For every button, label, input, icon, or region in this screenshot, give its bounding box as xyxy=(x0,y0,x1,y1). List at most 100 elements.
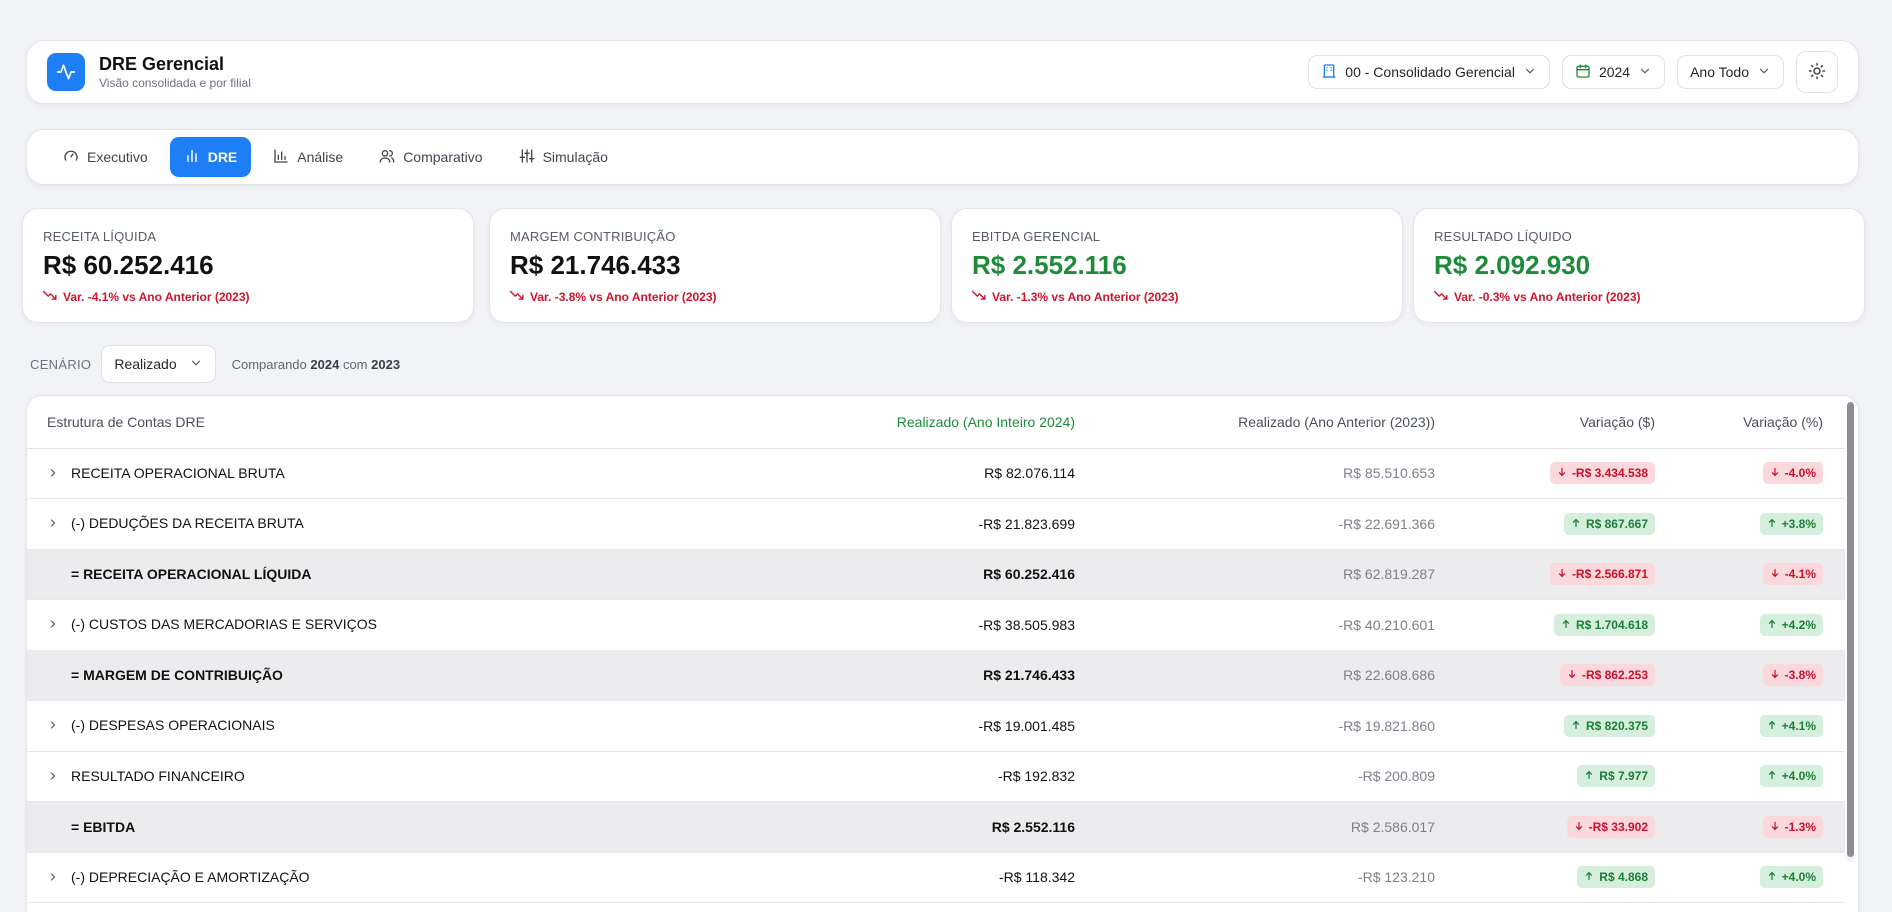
account-cell: RESULTADO FINANCEIRO xyxy=(27,751,537,802)
chevron-right-icon[interactable] xyxy=(47,516,71,532)
kpi-card-ebitda-gerencial: EBITDA GERENCIAL R$ 2.552.116 Var. -1.3%… xyxy=(951,208,1403,323)
tab-analise[interactable]: Análise xyxy=(259,137,357,177)
bar-chart-icon xyxy=(184,148,200,167)
tab-label: Análise xyxy=(297,149,344,165)
variation-abs-cell: R$ 7.977 xyxy=(1457,751,1677,802)
account-cell: = MARGEM DE CONTRIBUIÇÃO xyxy=(27,650,537,701)
arrow-up-icon xyxy=(1767,618,1777,632)
variation-pct-value: +4.1% xyxy=(1781,718,1816,733)
calendar-icon xyxy=(1575,63,1591,82)
chevron-right-icon[interactable] xyxy=(47,769,71,785)
variation-pct-value: -3.8% xyxy=(1784,668,1816,683)
arrow-up-icon xyxy=(1767,870,1777,884)
current-value-cell: R$ 82.076.114 xyxy=(537,448,1097,499)
variation-abs-badge: R$ 820.375 xyxy=(1563,714,1655,737)
scrollbar-thumb[interactable] xyxy=(1847,402,1854,857)
activity-icon xyxy=(47,53,85,91)
variation-abs-badge: R$ 7.977 xyxy=(1577,765,1655,788)
table-header-row: Estrutura de Contas DRE Realizado (Ano I… xyxy=(27,396,1845,449)
col-header-estrutura: Estrutura de Contas DRE xyxy=(27,396,537,449)
variation-abs-value: -R$ 3.434.538 xyxy=(1571,466,1648,481)
variation-pct-cell: +4.2% xyxy=(1677,599,1845,651)
tab-label: Simulação xyxy=(542,149,608,165)
account-name: (-) DEDUÇÕES DA RECEITA BRUTA xyxy=(71,515,304,532)
variation-abs-badge: R$ 1.704.618 xyxy=(1553,613,1655,636)
variation-pct-cell: -3.8% xyxy=(1677,650,1845,701)
tab-label: Executivo xyxy=(87,149,148,165)
previous-value-cell: R$ 85.510.653 xyxy=(1097,448,1457,499)
variation-pct-cell: +4.1% xyxy=(1677,700,1845,752)
variation-pct-badge: +4.2% xyxy=(1759,613,1823,636)
tab-simulacao[interactable]: Simulação xyxy=(505,137,622,177)
kpi-label: MARGEM CONTRIBUIÇÃO xyxy=(510,229,676,244)
chevron-right-icon[interactable] xyxy=(47,718,71,734)
chevron-right-icon[interactable] xyxy=(47,870,71,886)
app-header: DRE Gerencial Visão consolidada e por fi… xyxy=(26,40,1859,104)
current-value-cell: R$ 60.252.416 xyxy=(537,549,1097,600)
table-row[interactable]: RECEITA OPERACIONAL BRUTA R$ 82.076.114 R$… xyxy=(27,448,1845,499)
previous-value-cell: -R$ 123.210 xyxy=(1097,852,1457,903)
year-select[interactable]: 2024 xyxy=(1561,55,1666,89)
table-row[interactable]: (-) DESPESAS OPERACIONAIS -R$ 19.001.485-… xyxy=(27,700,1845,752)
kpi-card-resultado-liquido: RESULTADO LÍQUIDO R$ 2.092.930 Var. -0.3… xyxy=(1413,208,1865,323)
current-value-cell: R$ 2.552.116 xyxy=(537,801,1097,853)
compare-prefix: Comparando xyxy=(231,356,307,372)
variation-abs-badge: -R$ 3.434.538 xyxy=(1549,462,1655,485)
variation-pct-badge: -4.1% xyxy=(1762,563,1823,586)
previous-value-cell: -R$ 200.809 xyxy=(1097,751,1457,802)
variation-pct-value: +4.2% xyxy=(1781,617,1816,632)
table-row[interactable]: (-) DEPRECIAÇÃO E AMORTIZAÇÃO -R$ 118.342… xyxy=(27,852,1845,903)
table-row[interactable]: (-) CUSTOS DAS MERCADORIAS E SERVIÇOS -R$… xyxy=(27,599,1845,651)
variation-abs-cell: -R$ 862.253 xyxy=(1457,650,1677,701)
chevron-down-icon xyxy=(1523,64,1537,81)
chevron-right-icon[interactable] xyxy=(47,617,71,633)
account-cell: RECEITA OPERACIONAL BRUTA xyxy=(27,448,537,499)
variation-abs-value: R$ 7.977 xyxy=(1599,769,1648,784)
table-row[interactable]: RESULTADO FINANCEIRO -R$ 192.832 -R$ 200.8… xyxy=(27,751,1845,802)
tab-executivo[interactable]: Executivo xyxy=(49,137,162,177)
trend-down-icon xyxy=(509,289,524,304)
chevron-down-icon xyxy=(1757,64,1771,81)
tab-bar: Executivo DRE Análise Comparativo Simula… xyxy=(26,129,1859,185)
account-name: = EBITDA xyxy=(71,818,136,835)
chevron-right-icon[interactable] xyxy=(47,466,71,482)
dre-table: Estrutura de Contas DRE Realizado (Ano I… xyxy=(27,396,1845,903)
app-subtitle: Visão consolidada e por filial xyxy=(99,76,251,90)
variation-abs-cell: R$ 820.375 xyxy=(1457,700,1677,752)
variation-abs-value: R$ 4.868 xyxy=(1599,870,1648,885)
tab-dre[interactable]: DRE xyxy=(169,137,252,177)
previous-value-cell: R$ 62.819.287 xyxy=(1097,549,1457,600)
table-row[interactable]: (-) DEDUÇÕES DA RECEITA BRUTA -R$ 21.823.… xyxy=(27,498,1845,550)
variation-pct-value: -4.0% xyxy=(1784,466,1816,481)
tab-comparativo[interactable]: Comparativo xyxy=(365,137,496,177)
account-name: RESULTADO FINANCEIRO xyxy=(71,767,245,784)
previous-value-cell: R$ 2.586.017 xyxy=(1097,801,1457,853)
kpi-value: R$ 21.746.433 xyxy=(510,250,681,280)
table-row: = EBITDA R$ 2.552.116 R$ 2.586.017 -R$ 33.9… xyxy=(27,801,1845,853)
variation-abs-value: R$ 867.667 xyxy=(1585,516,1648,531)
account-cell: (-) DEPRECIAÇÃO E AMORTIZAÇÃO xyxy=(27,852,537,903)
variation-pct-cell: +4.0% xyxy=(1677,751,1845,802)
account-cell: = EBITDA xyxy=(27,801,537,853)
col-header-variacao-abs: Variação ($) xyxy=(1457,396,1677,449)
table-row: = MARGEM DE CONTRIBUIÇÃO R$ 21.746.433 R$ … xyxy=(27,650,1845,701)
account-name: = RECEITA OPERACIONAL LÍQUIDA xyxy=(71,566,312,583)
current-value-cell: -R$ 38.505.983 xyxy=(537,599,1097,651)
scenario-select[interactable]: Realizado xyxy=(101,345,216,383)
theme-toggle-button[interactable] xyxy=(1796,51,1838,93)
sliders-icon xyxy=(519,148,535,167)
kpi-value: R$ 2.092.930 xyxy=(1434,250,1591,280)
kpi-card-margem-contribuicao: MARGEM CONTRIBUIÇÃO R$ 21.746.433 Var. -… xyxy=(489,208,941,323)
variation-pct-cell: -4.0% xyxy=(1677,448,1845,499)
variation-pct-cell: -4.1% xyxy=(1677,549,1845,600)
trend-down-icon xyxy=(1433,289,1448,304)
chevron-down-icon xyxy=(189,356,203,373)
period-select[interactable]: Ano Todo xyxy=(1677,55,1784,89)
kpi-label: EBITDA GERENCIAL xyxy=(972,229,1101,244)
filial-select[interactable]: 00 - Consolidado Gerencial xyxy=(1308,55,1550,89)
arrow-down-icon xyxy=(1574,820,1584,834)
app-title: DRE Gerencial xyxy=(99,54,225,74)
variation-abs-value: -R$ 862.253 xyxy=(1581,668,1648,683)
account-name: (-) DEPRECIAÇÃO E AMORTIZAÇÃO xyxy=(71,868,310,885)
variation-abs-value: -R$ 33.902 xyxy=(1588,819,1648,834)
